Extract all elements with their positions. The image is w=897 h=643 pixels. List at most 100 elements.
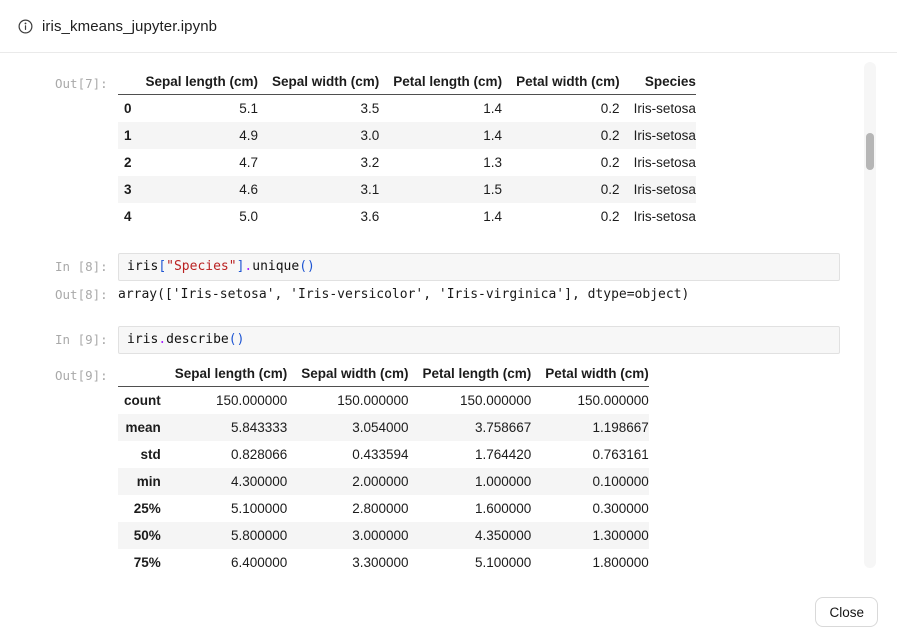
output-prompt: Out[7]: xyxy=(55,70,118,91)
table-row: mean5.8433333.0540003.7586671.198667 xyxy=(118,414,649,441)
table-cell: 150.000000 xyxy=(161,387,288,415)
table-cell: 1.5 xyxy=(379,176,502,203)
dialog-title: iris_kmeans_jupyter.ipynb xyxy=(42,18,217,35)
row-index: 50% xyxy=(118,522,161,549)
output-prompt: Out[9]: xyxy=(55,362,118,383)
output-area: Sepal length (cm)Sepal width (cm)Petal l… xyxy=(118,362,840,576)
code-token: iris xyxy=(127,332,158,347)
table-cell: 1.4 xyxy=(379,95,502,123)
input-cell-9: In [9]: iris.describe() xyxy=(55,326,840,354)
table-cell: 0.100000 xyxy=(531,468,649,495)
input-prompt: In [8]: xyxy=(55,253,118,274)
table-cell: Iris-setosa xyxy=(620,203,696,230)
table-cell: 5.100000 xyxy=(161,495,288,522)
dialog-header: iris_kmeans_jupyter.ipynb xyxy=(0,0,897,53)
row-index: 4 xyxy=(118,203,132,230)
row-index: mean xyxy=(118,414,161,441)
table-cell: Iris-setosa xyxy=(620,95,696,123)
input-area: iris["Species"].unique() xyxy=(118,253,840,281)
table-cell: 0.2 xyxy=(502,203,620,230)
table-row: 24.73.21.30.2Iris-setosa xyxy=(118,149,696,176)
table-cell: 3.000000 xyxy=(287,522,408,549)
table-cell: 3.1 xyxy=(258,176,379,203)
table-cell: 5.1 xyxy=(132,95,259,123)
table-cell: 4.350000 xyxy=(409,522,532,549)
notebook-preview: Out[7]: Sepal length (cm)Sepal width (cm… xyxy=(0,54,897,580)
column-header: Petal length (cm) xyxy=(379,70,502,95)
table-cell: 3.0 xyxy=(258,122,379,149)
table-row: 34.63.11.50.2Iris-setosa xyxy=(118,176,696,203)
table-row: 14.93.01.40.2Iris-setosa xyxy=(118,122,696,149)
scrollbar-thumb[interactable] xyxy=(866,133,874,170)
code-token: ( xyxy=(229,332,237,347)
table-cell: 0.2 xyxy=(502,95,620,123)
table-cell: Iris-setosa xyxy=(620,176,696,203)
row-index: 0 xyxy=(118,95,132,123)
table-cell: 2.800000 xyxy=(287,495,408,522)
output-area: array(['Iris-setosa', 'Iris-versicolor',… xyxy=(118,281,840,303)
table-cell: 5.843333 xyxy=(161,414,288,441)
table-cell: 1.3 xyxy=(379,149,502,176)
column-header xyxy=(118,70,132,95)
row-index: min xyxy=(118,468,161,495)
input-prompt: In [9]: xyxy=(55,326,118,347)
input-cell-8: In [8]: iris["Species"].unique() xyxy=(55,253,840,281)
table-cell: 0.828066 xyxy=(161,441,288,468)
table-cell: Iris-setosa xyxy=(620,149,696,176)
table-cell: 1.764420 xyxy=(409,441,532,468)
table-cell: 4.9 xyxy=(132,122,259,149)
output-cell-9: Out[9]: Sepal length (cm)Sepal width (cm… xyxy=(55,362,840,576)
table-cell: 1.4 xyxy=(379,122,502,149)
output-text: array(['Iris-setosa', 'Iris-versicolor',… xyxy=(118,281,840,303)
table-cell: 4.7 xyxy=(132,149,259,176)
code-token: ) xyxy=(237,332,245,347)
code-token: [ xyxy=(158,259,166,274)
scrollbar[interactable] xyxy=(864,62,876,568)
table-row: 45.03.61.40.2Iris-setosa xyxy=(118,203,696,230)
code-token: "Species" xyxy=(166,259,236,274)
row-index: 25% xyxy=(118,495,161,522)
table-cell: 1.4 xyxy=(379,203,502,230)
table-cell: 3.2 xyxy=(258,149,379,176)
table-row: 50%5.8000003.0000004.3500001.300000 xyxy=(118,522,649,549)
output-cell-8: Out[8]: array(['Iris-setosa', 'Iris-vers… xyxy=(55,281,840,303)
column-header: Sepal width (cm) xyxy=(258,70,379,95)
info-icon xyxy=(18,19,33,34)
input-area: iris.describe() xyxy=(118,326,840,354)
table-cell: 5.800000 xyxy=(161,522,288,549)
table-cell: 150.000000 xyxy=(531,387,649,415)
table-cell: 5.0 xyxy=(132,203,259,230)
table-cell: 0.2 xyxy=(502,149,620,176)
table-row: 05.13.51.40.2Iris-setosa xyxy=(118,95,696,123)
table-row: 75%6.4000003.3000005.1000001.800000 xyxy=(118,549,649,576)
table-cell: 1.300000 xyxy=(531,522,649,549)
table-row: min4.3000002.0000001.0000000.100000 xyxy=(118,468,649,495)
table-cell: 1.800000 xyxy=(531,549,649,576)
table-cell: 3.054000 xyxy=(287,414,408,441)
row-index: 2 xyxy=(118,149,132,176)
column-header: Sepal width (cm) xyxy=(287,362,408,387)
table-cell: 3.5 xyxy=(258,95,379,123)
table-cell: 1.000000 xyxy=(409,468,532,495)
column-header: Petal width (cm) xyxy=(531,362,649,387)
column-header: Sepal length (cm) xyxy=(161,362,288,387)
table-cell: 0.2 xyxy=(502,122,620,149)
table-cell: 1.600000 xyxy=(409,495,532,522)
table-cell: 0.433594 xyxy=(287,441,408,468)
table-cell: 5.100000 xyxy=(409,549,532,576)
file-preview-dialog: iris_kmeans_jupyter.ipynb Out[7]: Sepal … xyxy=(0,0,897,643)
output-area: Sepal length (cm)Sepal width (cm)Petal l… xyxy=(118,70,840,230)
code-cell: iris["Species"].unique() xyxy=(118,253,840,281)
code-token: . xyxy=(158,332,166,347)
code-cell: iris.describe() xyxy=(118,326,840,354)
row-index: std xyxy=(118,441,161,468)
table-cell: 150.000000 xyxy=(287,387,408,415)
table-cell: Iris-setosa xyxy=(620,122,696,149)
table-cell: 4.300000 xyxy=(161,468,288,495)
output-cell-7: Out[7]: Sepal length (cm)Sepal width (cm… xyxy=(55,70,840,230)
code-token: unique xyxy=(252,259,299,274)
row-index: 3 xyxy=(118,176,132,203)
close-button[interactable]: Close xyxy=(815,597,878,627)
table-cell: 4.6 xyxy=(132,176,259,203)
table-cell: 1.198667 xyxy=(531,414,649,441)
